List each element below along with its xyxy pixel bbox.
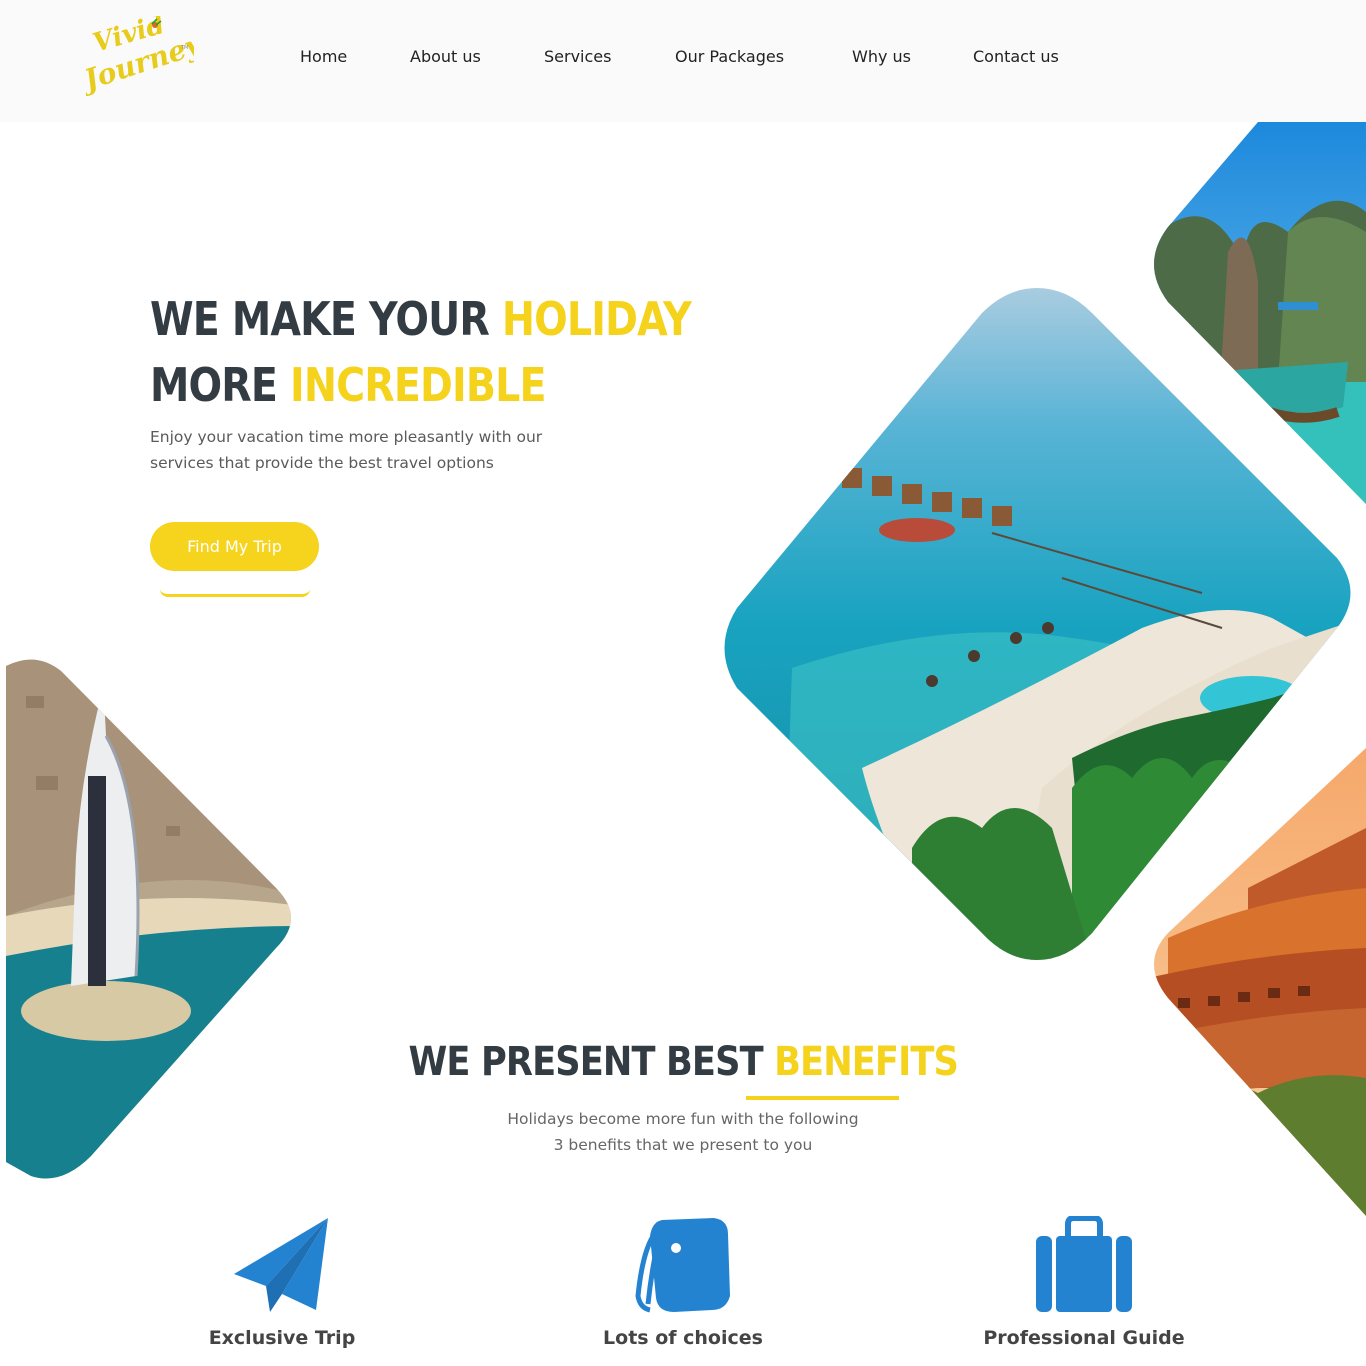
nav-our-packages[interactable]: Our Packages (675, 47, 784, 66)
benefits-title-part1: WE PRESENT BEST (408, 1039, 774, 1085)
hero-title-part1: WE MAKE YOUR (150, 292, 502, 346)
hero-description: Enjoy your vacation time more pleasantly… (150, 428, 543, 472)
find-my-trip-button[interactable]: Find My Trip (150, 522, 319, 571)
benefit-professional-guide: Professional Guide (983, 1327, 1185, 1349)
benefits-subtitle: Holidays become more fun with the follow… (0, 1106, 1366, 1158)
benefits-title: WE PRESENT BEST BENEFITS (0, 1034, 1366, 1090)
hero-title-highlight1: HOLIDAY (501, 292, 692, 346)
nav-home[interactable]: Home (300, 47, 347, 66)
nav-about-us[interactable]: About us (410, 47, 481, 66)
nav-contact-us[interactable]: Contact us (973, 47, 1059, 66)
benefit-lots-of-choices: Lots of choices (603, 1327, 763, 1349)
hero-title: WE MAKE YOUR HOLIDAY MORE INCREDIBLE (150, 286, 692, 418)
hero-title-highlight2: INCREDIBLE (289, 358, 547, 412)
hero-title-part2: MORE (150, 358, 290, 412)
paper-plane-icon (234, 1218, 328, 1312)
benefits-title-highlight: BENEFITS (773, 1039, 959, 1085)
benefits-subtitle-line2: 3 benefits that we present to you (553, 1136, 813, 1154)
benefits-subtitle-line1: Holidays become more fun with the follow… (507, 1110, 859, 1128)
nav-why-us[interactable]: Why us (852, 47, 911, 66)
brand-logo[interactable]: Vivid Journeys TM (75, 10, 221, 100)
cta-accent-line (160, 586, 310, 597)
benefits-title-underline (746, 1096, 899, 1100)
longtail-boat-image (1154, 122, 1366, 504)
tags-icon (635, 1218, 730, 1313)
suitcase-icon (1036, 1216, 1132, 1312)
burj-al-arab-image (6, 659, 291, 1179)
navbar: Vivid Journeys TM Home About us Services… (0, 0, 1366, 122)
benefit-exclusive-trip: Exclusive Trip (208, 1327, 356, 1349)
nav-services[interactable]: Services (544, 47, 611, 66)
svg-text:TM: TM (180, 45, 188, 51)
